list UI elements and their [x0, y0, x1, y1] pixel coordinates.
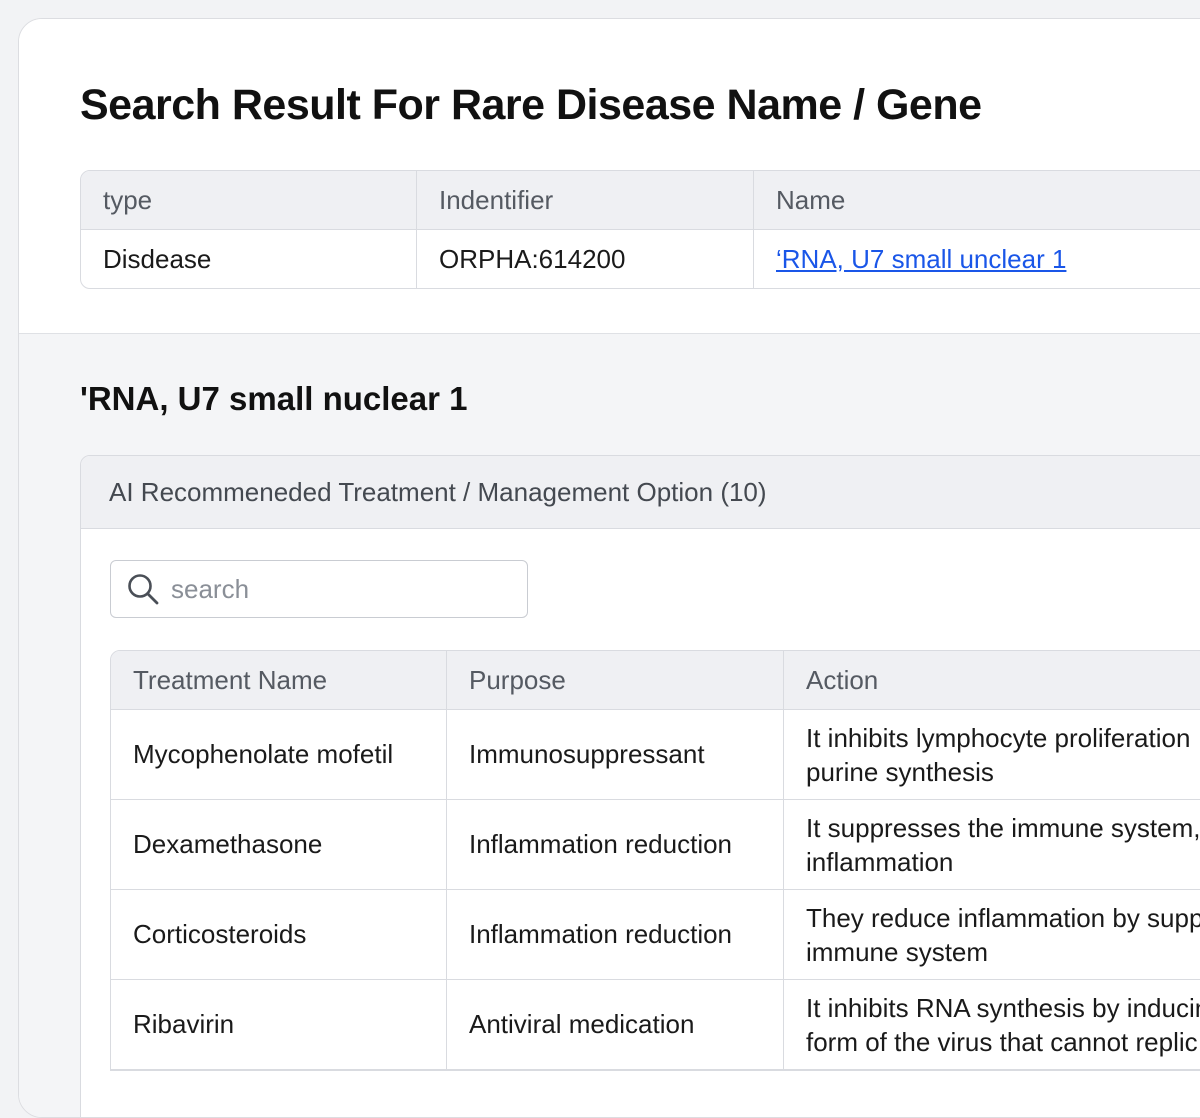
disease-title: 'RNA, U7 small nuclear 1 [80, 380, 468, 417]
action-line-1: It suppresses the immune system, [806, 812, 1200, 843]
cell-purpose: Inflammation reduction [447, 800, 784, 889]
treatment-table: Treatment Name Purpose Action Mycophenol… [110, 650, 1200, 1071]
cell-identifier: ORPHA:614200 [417, 230, 754, 288]
result-table-header: type Indentifier Name [81, 171, 1200, 230]
header-identifier: Indentifier [417, 171, 754, 229]
header-treatment-name: Treatment Name [111, 651, 447, 709]
result-table: type Indentifier Name Disdease ORPHA:614… [80, 170, 1200, 289]
app-window: Search Result For Rare Disease Name / Ge… [18, 18, 1200, 1118]
action-line-2: inflammation [806, 846, 954, 877]
cell-treatment-name: Ribavirin [111, 980, 447, 1069]
page-title: Search Result For Rare Disease Name / Ge… [80, 81, 982, 129]
table-row: Disdease ORPHA:614200 ‘RNA, U7 small unc… [81, 230, 1200, 288]
panel-header: AI Recommeneded Treatment / Management O… [81, 456, 1200, 529]
header-type: type [81, 171, 417, 229]
search-result-section: Search Result For Rare Disease Name / Ge… [19, 19, 1200, 334]
disease-detail-section: 'RNA, U7 small nuclear 1 AI Recommeneded… [19, 334, 1200, 1117]
cell-purpose: Inflammation reduction [447, 890, 784, 979]
cell-treatment-name: Dexamethasone [111, 800, 447, 889]
cell-purpose: Immunosuppressant [447, 710, 784, 799]
table-row[interactable]: Corticosteroids Inflammation reduction T… [111, 890, 1200, 980]
disease-name-link[interactable]: ‘RNA, U7 small unclear 1 [776, 244, 1066, 275]
table-row[interactable]: Mycophenolate mofetil Immunosuppressant … [111, 710, 1200, 800]
action-line-1: It inhibits lymphocyte proliferation [806, 722, 1191, 753]
action-line-2: immune system [806, 936, 989, 967]
cell-treatment-name: Corticosteroids [111, 890, 447, 979]
header-purpose: Purpose [447, 651, 784, 709]
table-row[interactable]: Ribavirin Antiviral medication It inhibi… [111, 980, 1200, 1070]
cell-action: They reduce inflammation by supp immune … [784, 890, 1200, 979]
action-line-2: form of the virus that cannot replic [806, 1026, 1198, 1057]
treatment-table-header: Treatment Name Purpose Action [111, 651, 1200, 710]
treatment-panel: AI Recommeneded Treatment / Management O… [80, 455, 1200, 1117]
cell-purpose: Antiviral medication [447, 980, 784, 1069]
cell-action: It inhibits RNA synthesis by inducin for… [784, 980, 1200, 1069]
cell-action: It inhibits lymphocyte proliferation pur… [784, 710, 1200, 799]
cell-treatment-name: Mycophenolate mofetil [111, 710, 447, 799]
action-line-1: It inhibits RNA synthesis by inducin [806, 992, 1200, 1023]
header-action: Action [806, 665, 879, 695]
search-box [110, 560, 528, 618]
search-input[interactable] [169, 572, 513, 606]
header-name: Name [776, 184, 846, 215]
cell-type: Disdease [81, 230, 417, 288]
action-line-1: They reduce inflammation by supp [806, 902, 1200, 933]
cell-name: ‘RNA, U7 small unclear 1 [754, 230, 1200, 288]
action-line-2: purine synthesis [806, 756, 994, 787]
table-row[interactable]: Dexamethasone Inflammation reduction It … [111, 800, 1200, 890]
search-icon [123, 569, 163, 609]
cell-action: It suppresses the immune system, inflamm… [784, 800, 1200, 889]
